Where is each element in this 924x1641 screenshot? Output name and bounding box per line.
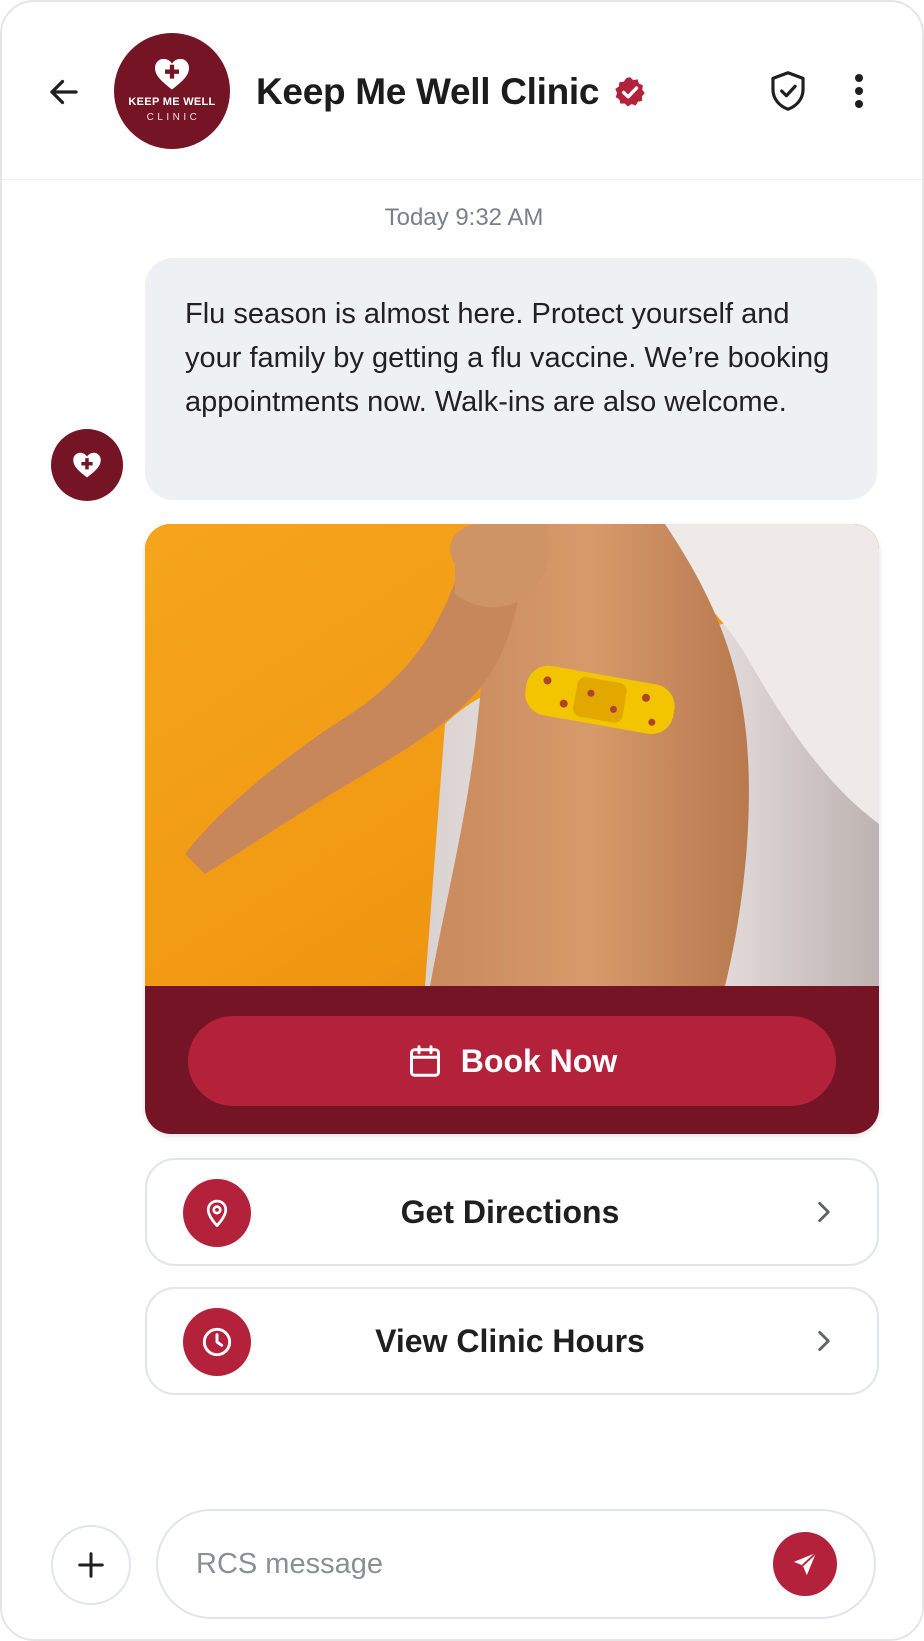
view-clinic-hours-label: View Clinic Hours — [375, 1322, 645, 1359]
get-directions-chip[interactable]: Get Directions — [145, 1158, 879, 1266]
message-timestamp: Today 9:32 AM — [384, 204, 544, 231]
heart-plus-icon — [73, 452, 101, 478]
logo-text-primary: KEEP ME WELL — [128, 96, 216, 108]
more-options-button[interactable] — [842, 68, 876, 114]
back-button[interactable] — [42, 70, 86, 114]
view-clinic-hours-chip[interactable]: View Clinic Hours — [145, 1287, 879, 1395]
security-shield-button[interactable] — [766, 68, 810, 114]
plus-icon — [78, 1552, 104, 1578]
send-icon — [793, 1552, 817, 1576]
message-input[interactable] — [196, 1539, 756, 1589]
header-title-group[interactable]: Keep Me Well Clinic — [256, 64, 647, 120]
message-bubble: Flu season is almost here. Protect yours… — [145, 258, 877, 500]
send-button[interactable] — [773, 1532, 837, 1596]
verified-badge-icon — [615, 77, 645, 107]
rcs-chat-screen: KEEP ME WELL CLINIC Keep Me Well Clinic — [0, 0, 924, 1641]
more-vertical-icon — [855, 74, 863, 108]
clinic-logo: KEEP ME WELL CLINIC — [114, 33, 230, 149]
rich-card: Book Now — [145, 524, 879, 1134]
card-image[interactable] — [145, 524, 879, 986]
logo-text-secondary: CLINIC — [146, 112, 201, 123]
shield-check-icon — [771, 71, 805, 111]
calendar-icon — [409, 1045, 440, 1077]
book-now-label: Book Now — [460, 1042, 618, 1079]
heart-plus-icon — [155, 58, 189, 90]
message-text: Flu season is almost here. Protect yours… — [185, 298, 830, 418]
chat-header: KEEP ME WELL CLINIC Keep Me Well Clinic — [2, 2, 922, 180]
message-composer — [156, 1509, 876, 1619]
chevron-right-icon — [818, 1330, 830, 1352]
get-directions-label: Get Directions — [400, 1193, 620, 1230]
add-attachment-button[interactable] — [51, 1525, 131, 1605]
arrow-left-icon — [50, 79, 78, 105]
chevron-right-icon — [818, 1201, 830, 1223]
page-title: Keep Me Well Clinic — [256, 71, 600, 112]
book-now-button[interactable]: Book Now — [188, 1016, 836, 1106]
sender-avatar — [51, 429, 123, 501]
vaccine-arm-image — [145, 524, 879, 986]
